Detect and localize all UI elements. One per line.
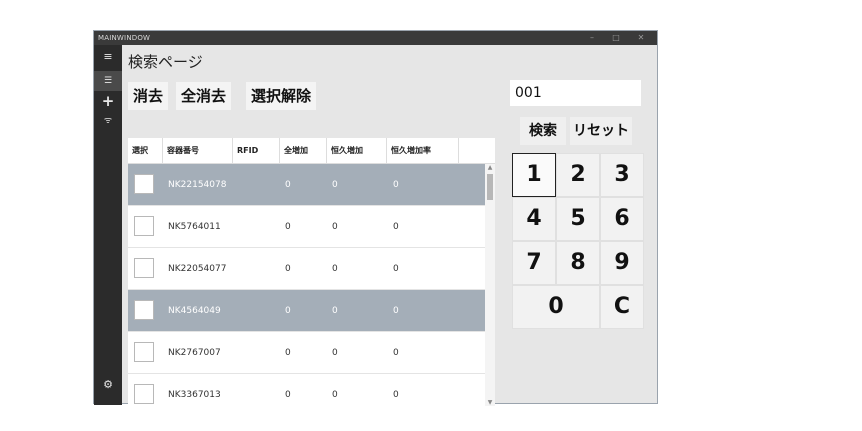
row-checkbox[interactable] <box>134 342 154 362</box>
permanent-increase-rate-cell: 0 <box>393 264 399 274</box>
container-number-cell: NK4564049 <box>168 306 221 316</box>
row-checkbox[interactable] <box>134 384 154 404</box>
row-checkbox[interactable] <box>134 258 154 278</box>
main-window: MAINWINDOW – □ ✕ ≡ ☰ + ᯤ ⚙ 検索ページ 消去 全消去 … <box>93 30 658 406</box>
permanent-increase-rate-cell: 0 <box>393 306 399 316</box>
container-number-cell: NK3367013 <box>168 390 221 400</box>
permanent-increase-rate-cell: 0 <box>393 180 399 190</box>
table-row[interactable]: NK22054077 0 0 0 <box>128 248 485 290</box>
permanent-increase-rate-cell: 0 <box>393 348 399 358</box>
total-increase-cell: 0 <box>285 348 291 358</box>
reset-button[interactable]: リセット <box>570 117 632 145</box>
scroll-down-icon[interactable]: ▼ <box>486 399 494 406</box>
permanent-increase-cell: 0 <box>332 390 338 400</box>
row-checkbox[interactable] <box>134 300 154 320</box>
row-checkbox[interactable] <box>134 216 154 236</box>
total-increase-cell: 0 <box>285 180 291 190</box>
permanent-increase-cell: 0 <box>332 348 338 358</box>
title-bar[interactable]: MAINWINDOW – □ ✕ <box>94 31 657 45</box>
header-permanent-increase[interactable]: 恒久増加 <box>327 138 387 164</box>
keypad-key-7[interactable]: 7 <box>512 241 556 285</box>
row-checkbox[interactable] <box>134 174 154 194</box>
keypad-key-3[interactable]: 3 <box>600 153 644 197</box>
delete-button[interactable]: 消去 <box>128 82 169 110</box>
keypad-key-9[interactable]: 9 <box>600 241 644 285</box>
keypad-key-6[interactable]: 6 <box>600 197 644 241</box>
keypad-key-1[interactable]: 1 <box>512 153 556 197</box>
table-scrollbar[interactable]: ▲ ▼ <box>485 164 495 406</box>
container-number-cell: NK22054077 <box>168 264 227 274</box>
hamburger-menu-icon[interactable]: ≡ <box>94 47 122 67</box>
header-total-increase[interactable]: 全増加 <box>280 138 327 164</box>
table-row[interactable]: NK5764011 0 0 0 <box>128 206 485 248</box>
total-increase-cell: 0 <box>285 222 291 232</box>
search-button[interactable]: 検索 <box>520 117 566 145</box>
permanent-increase-cell: 0 <box>332 264 338 274</box>
header-container-number[interactable]: 容器番号 <box>163 138 233 164</box>
gear-icon[interactable]: ⚙ <box>94 375 122 395</box>
container-number-cell: NK22154078 <box>168 180 227 190</box>
table-row[interactable]: NK22154078 0 0 0 <box>128 164 485 206</box>
total-increase-cell: 0 <box>285 390 291 400</box>
delete-all-button[interactable]: 全消去 <box>176 82 232 110</box>
keypad-key-8[interactable]: 8 <box>556 241 600 285</box>
permanent-increase-cell: 0 <box>332 306 338 316</box>
header-select[interactable]: 選択 <box>128 138 163 164</box>
page-title: 検索ページ <box>128 53 203 71</box>
maximize-button[interactable]: □ <box>605 31 627 45</box>
plus-icon[interactable]: + <box>94 91 122 111</box>
permanent-increase-cell: 0 <box>332 222 338 232</box>
permanent-increase-rate-cell: 0 <box>393 390 399 400</box>
container-number-cell: NK2767007 <box>168 348 221 358</box>
keypad-key-5[interactable]: 5 <box>556 197 600 241</box>
header-permanent-increase-rate[interactable]: 恒久増加率 <box>387 138 459 164</box>
search-page: 検索ページ 消去 全消去 選択解除 選択 容器番号 RFID 全増加 恒久増加 … <box>122 45 657 406</box>
keypad-key-0[interactable]: 0 <box>512 285 600 329</box>
keypad-key-clear[interactable]: C <box>600 285 644 329</box>
container-number-cell: NK5764011 <box>168 222 221 232</box>
header-rfid[interactable]: RFID <box>233 138 280 164</box>
results-table: 選択 容器番号 RFID 全増加 恒久増加 恒久増加率 NK22154078 0 0… <box>128 138 495 406</box>
table-header: 選択 容器番号 RFID 全増加 恒久増加 恒久増加率 <box>128 138 495 164</box>
total-increase-cell: 0 <box>285 306 291 316</box>
sidebar: ≡ ☰ + ᯤ ⚙ <box>94 45 122 405</box>
total-increase-cell: 0 <box>285 264 291 274</box>
window-title: MAINWINDOW <box>98 34 151 42</box>
permanent-increase-cell: 0 <box>332 180 338 190</box>
scrollbar-thumb[interactable] <box>487 174 493 200</box>
search-input[interactable]: 001 <box>510 80 641 106</box>
table-row[interactable]: NK3367013 0 0 0 <box>128 374 485 406</box>
scroll-up-icon[interactable]: ▲ <box>486 164 494 171</box>
deselect-button[interactable]: 選択解除 <box>246 82 317 110</box>
close-button[interactable]: ✕ <box>630 31 652 45</box>
table-row[interactable]: NK4564049 0 0 0 <box>128 290 485 332</box>
wifi-icon[interactable]: ᯤ <box>94 111 122 131</box>
minimize-button[interactable]: – <box>581 31 603 45</box>
keypad-key-4[interactable]: 4 <box>512 197 556 241</box>
keypad-key-2[interactable]: 2 <box>556 153 600 197</box>
table-row[interactable]: NK2767007 0 0 0 <box>128 332 485 374</box>
permanent-increase-rate-cell: 0 <box>393 222 399 232</box>
list-icon[interactable]: ☰ <box>94 71 122 91</box>
